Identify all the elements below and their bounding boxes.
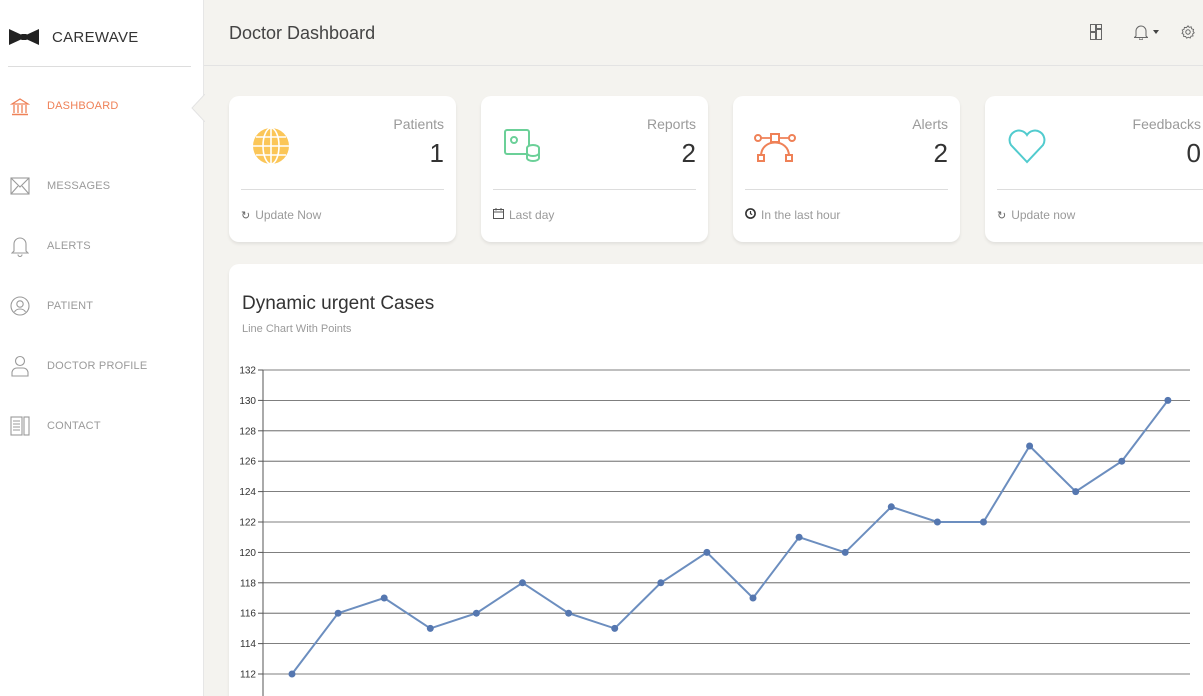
card-divider bbox=[745, 189, 948, 190]
top-navbar: Doctor Dashboard bbox=[204, 0, 1203, 66]
heart-icon bbox=[1008, 129, 1046, 164]
card-title: Feedbacks bbox=[1132, 116, 1201, 132]
data-point bbox=[426, 624, 434, 632]
data-point bbox=[565, 609, 573, 617]
y-tick-label: 124 bbox=[239, 487, 256, 498]
data-point bbox=[749, 594, 757, 602]
data-point bbox=[980, 518, 987, 526]
clock-icon bbox=[745, 208, 756, 222]
y-tick-label: 120 bbox=[239, 548, 256, 559]
data-point bbox=[1026, 442, 1034, 450]
data-point bbox=[288, 670, 296, 678]
series-line bbox=[291, 399, 1169, 675]
sidebar-item-label: DOCTOR PROFILE bbox=[47, 360, 148, 372]
sidebar-item-label: PATIENT bbox=[47, 300, 94, 312]
data-point bbox=[657, 579, 665, 587]
refresh-icon: ↻ bbox=[997, 209, 1007, 222]
y-tick-label: 128 bbox=[239, 426, 256, 437]
data-point bbox=[611, 624, 619, 632]
y-tick-label: 122 bbox=[239, 518, 256, 529]
bell-icon bbox=[10, 235, 30, 257]
card-footer-text: Last day bbox=[509, 208, 555, 222]
user-circle-icon bbox=[10, 295, 30, 317]
card-value: 2 bbox=[933, 138, 948, 168]
bank-icon bbox=[10, 96, 30, 118]
chart-card: Dynamic urgent Cases Line Chart With Poi… bbox=[229, 264, 1203, 696]
y-tick-label: 116 bbox=[240, 609, 256, 620]
sidebar: CAREWAVE DASHBOARD MESSAGES ALERTS PATIE… bbox=[0, 0, 205, 696]
gear-icon[interactable] bbox=[1181, 25, 1195, 39]
person-icon bbox=[10, 355, 30, 377]
card-title: Patients bbox=[393, 116, 444, 132]
data-point bbox=[519, 579, 526, 587]
bowtie-logo-icon bbox=[9, 29, 39, 45]
stat-card-feedbacks: Feedbacks 0 ↻ Update now bbox=[985, 96, 1203, 242]
page-title: Doctor Dashboard bbox=[229, 23, 376, 43]
data-point bbox=[703, 548, 711, 556]
brand-divider bbox=[8, 66, 191, 67]
card-value: 0 bbox=[1186, 138, 1201, 168]
card-value: 2 bbox=[681, 138, 696, 168]
y-tick-label: 114 bbox=[240, 639, 256, 650]
data-point bbox=[933, 518, 941, 526]
envelope-icon bbox=[10, 175, 30, 197]
active-indicator-arrow bbox=[191, 94, 205, 122]
line-chart: 112 114 116 118 120 122 124 126 128 130 132 bbox=[239, 366, 1190, 696]
notifications-bell-icon[interactable] bbox=[1134, 24, 1148, 40]
stat-card-patients: Patients 1 ↻ Update Now bbox=[229, 96, 456, 242]
paper-icon bbox=[10, 415, 30, 437]
card-footer[interactable]: ↻ Update now bbox=[997, 208, 1075, 222]
stat-card-alerts: Alerts 2 In the last hour bbox=[733, 96, 960, 242]
sidebar-item-label: CONTACT bbox=[47, 420, 101, 432]
money-coins-icon bbox=[504, 129, 540, 162]
card-footer[interactable]: Last day bbox=[493, 208, 554, 222]
card-footer[interactable]: ↻ Update Now bbox=[241, 208, 321, 222]
data-point bbox=[472, 609, 480, 617]
sidebar-nav: DASHBOARD MESSAGES ALERTS PATIENT DOCTOR… bbox=[0, 94, 205, 456]
card-divider bbox=[997, 189, 1203, 190]
sidebar-item-label: MESSAGES bbox=[47, 180, 111, 192]
sidebar-item-alerts[interactable]: ALERTS bbox=[0, 216, 204, 276]
sidebar-item-label: DASHBOARD bbox=[47, 100, 119, 112]
card-footer-text: In the last hour bbox=[761, 208, 841, 222]
refresh-icon: ↻ bbox=[241, 209, 251, 222]
y-tick-label: 132 bbox=[239, 366, 256, 377]
card-divider bbox=[241, 189, 444, 190]
data-point bbox=[795, 533, 803, 541]
stat-card-reports: Reports 2 Last day bbox=[481, 96, 708, 242]
card-footer-text: Update now bbox=[1011, 208, 1076, 222]
brand[interactable]: CAREWAVE bbox=[8, 22, 192, 52]
sidebar-item-doctor-profile[interactable]: DOCTOR PROFILE bbox=[0, 336, 204, 396]
data-point bbox=[1118, 457, 1126, 465]
y-tick-label: 112 bbox=[240, 670, 256, 681]
data-point bbox=[380, 594, 388, 602]
data-point bbox=[841, 548, 849, 556]
y-tick-label: 118 bbox=[240, 578, 256, 589]
y-tick-label: 130 bbox=[239, 396, 256, 407]
y-tick-label: 126 bbox=[239, 457, 256, 468]
card-footer[interactable]: In the last hour bbox=[745, 208, 840, 222]
data-point bbox=[1072, 488, 1080, 496]
card-title: Reports bbox=[646, 116, 696, 132]
data-point bbox=[1164, 396, 1172, 404]
card-title: Alerts bbox=[912, 116, 948, 132]
sidebar-item-patient[interactable]: PATIENT bbox=[0, 276, 204, 336]
data-point bbox=[334, 609, 342, 617]
navbar-actions bbox=[1090, 24, 1195, 40]
card-footer-text: Update Now bbox=[255, 208, 322, 222]
sidebar-item-messages[interactable]: MESSAGES bbox=[0, 156, 204, 216]
sidebar-item-contact[interactable]: CONTACT bbox=[0, 396, 204, 456]
sidebar-item-label: ALERTS bbox=[47, 240, 91, 252]
sidebar-item-dashboard[interactable]: DASHBOARD bbox=[0, 94, 205, 130]
card-divider bbox=[493, 189, 696, 190]
vector-icon bbox=[754, 133, 796, 162]
globe-icon bbox=[253, 127, 289, 165]
layout-grid-icon[interactable] bbox=[1090, 24, 1102, 40]
brand-name: CAREWAVE bbox=[52, 28, 139, 46]
caret-down-icon[interactable] bbox=[1153, 30, 1159, 34]
data-point bbox=[887, 503, 895, 511]
calendar-icon bbox=[493, 208, 504, 222]
card-value: 1 bbox=[429, 138, 444, 168]
